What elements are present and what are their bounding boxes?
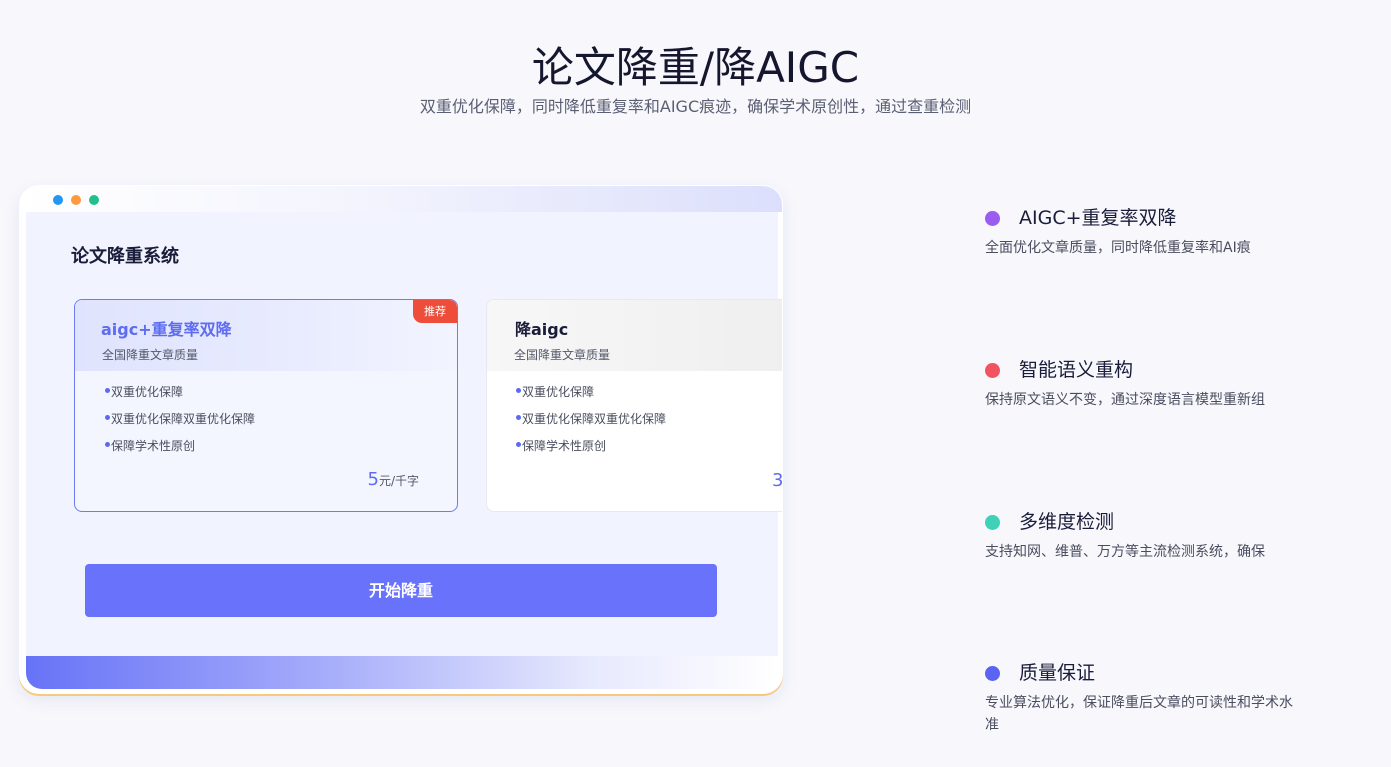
window-footer-gradient: [26, 656, 778, 689]
side-feature-desc: 全面优化文章质量，同时降低重复率和AI痕: [985, 240, 1251, 256]
plan-card-aigc-plus-repeat[interactable]: aigc+重复率双降 全国降重文章质量 推荐 双重优化保障 双重优化保障双重优化…: [74, 299, 458, 512]
window-dot-green-icon: [89, 195, 99, 205]
window-dot-blue-icon: [53, 195, 63, 205]
page-title: 论文降重/降AIGC: [531, 43, 860, 92]
plan-card-header: 降aigc 全国降重文章质量: [487, 300, 782, 371]
window-titlebar: [20, 186, 782, 212]
side-feature-title: 智能语义重构: [1019, 359, 1134, 381]
plan-feature-item: 双重优化保障: [105, 385, 255, 412]
start-reduce-button[interactable]: 开始降重: [85, 564, 717, 617]
plan-card-aigc[interactable]: 降aigc 全国降重文章质量 双重优化保障 双重优化保障双重优化保障 保障学术性…: [486, 299, 783, 512]
plan-card-header: aigc+重复率双降 全国降重文章质量 推荐: [75, 300, 457, 371]
red-dot-icon: [985, 363, 1000, 378]
recommended-badge: 推荐: [413, 300, 457, 323]
blue-dot-icon: [985, 666, 1000, 681]
side-feature-title: 质量保证: [1019, 662, 1096, 684]
plan-feature-item: 双重优化保障双重优化保障: [516, 412, 666, 439]
plan-price-value: 5: [367, 469, 379, 490]
side-feature-title: AIGC+重复率双降: [1019, 207, 1177, 229]
plan-name: 降aigc: [515, 320, 569, 339]
purple-dot-icon: [985, 211, 1000, 226]
plan-feature-item: 双重优化保障双重优化保障: [105, 412, 255, 439]
window-dot-orange-icon: [71, 195, 81, 205]
plan-name: aigc+重复率双降: [101, 320, 232, 339]
system-title: 论文降重系统: [71, 246, 179, 267]
plan-feature-list: 双重优化保障 双重优化保障双重优化保障 保障学术性原创: [105, 385, 255, 466]
plan-price: 5元/千字: [368, 469, 420, 490]
window-body: 论文降重系统 aigc+重复率双降 全国降重文章质量 推荐 双重优化保障 双重优…: [26, 212, 782, 656]
side-feature-title: 多维度检测: [1019, 511, 1115, 533]
plan-subtitle: 全国降重文章质量: [102, 348, 199, 362]
page-subtitle: 双重优化保障，同时降低重复率和AIGC痕迹，确保学术原创性，通过查重检测: [419, 97, 972, 116]
app-window-mockup: 论文降重系统 aigc+重复率双降 全国降重文章质量 推荐 双重优化保障 双重优…: [19, 185, 783, 694]
plan-feature-item: 保障学术性原创: [516, 439, 666, 466]
side-feature-desc: 专业算法优化，保证降重后文章的可读性和学术水准: [985, 695, 1293, 733]
plan-feature-item: 保障学术性原创: [105, 439, 255, 466]
side-feature-desc: 支持知网、维普、万方等主流检测系统，确保: [985, 544, 1265, 560]
plan-feature-item: 双重优化保障: [516, 385, 666, 412]
plan-feature-list: 双重优化保障 双重优化保障双重优化保障 保障学术性原创: [516, 385, 666, 466]
plan-subtitle: 全国降重文章质量: [514, 348, 611, 362]
teal-dot-icon: [985, 515, 1000, 530]
plan-price-value: 3: [772, 470, 783, 491]
side-feature-desc: 保持原文语义不变，通过深度语言模型重新组: [985, 392, 1265, 408]
plan-price-unit: 元/千字: [378, 474, 419, 488]
